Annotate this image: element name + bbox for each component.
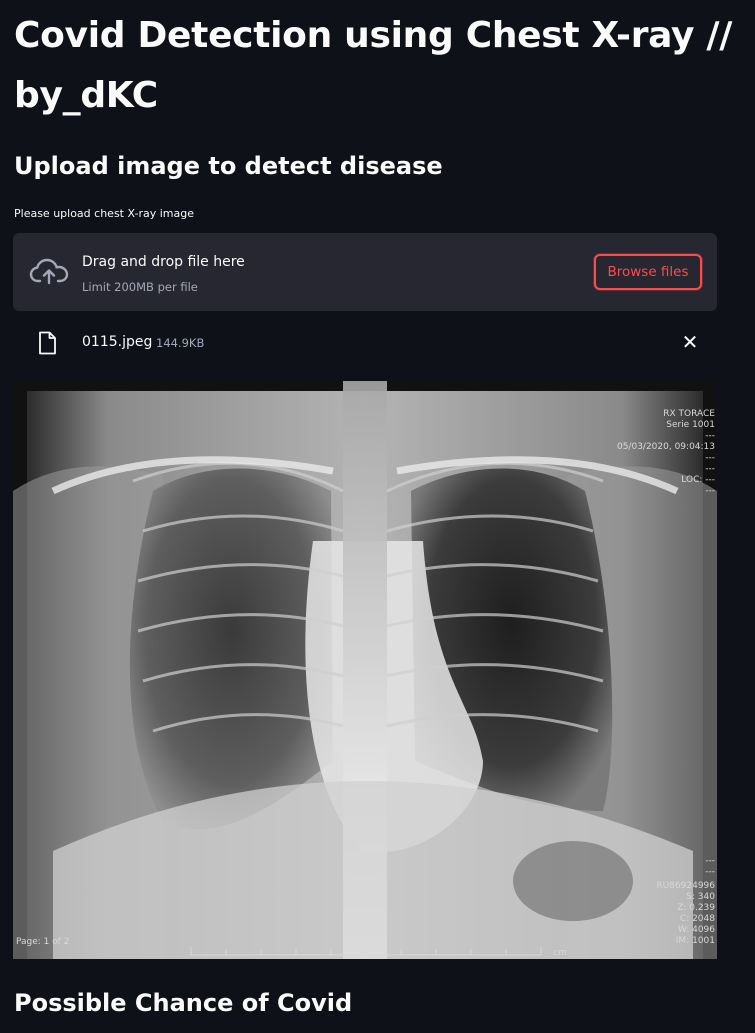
page-title: Covid Detection using Chest X-ray // by_…: [14, 15, 733, 116]
results-heading: Possible Chance of Covid: [14, 989, 353, 1017]
overlay-line: ---: [705, 453, 715, 463]
dropzone-instructions: Drag and drop file here: [82, 254, 245, 270]
uploaded-file-size: 144.9KB: [156, 336, 205, 350]
dropzone-limit: Limit 200MB per file: [82, 280, 198, 294]
browse-files-button[interactable]: Browse files: [594, 254, 702, 290]
cloud-upload-icon: [29, 257, 69, 287]
overlay-line: Serie 1001: [666, 420, 715, 430]
overlay-line: 05/03/2020, 09:04:13: [617, 442, 715, 452]
overlay-line: RU86924996: [656, 881, 715, 891]
overlay-line: ---: [705, 856, 715, 866]
xray-page-label: Page: 1 of 2: [16, 937, 70, 947]
overlay-line: Z: 0.239: [677, 903, 715, 913]
uploaded-file-name: 0115.jpeg: [82, 334, 153, 350]
overlay-line: W: 4096: [678, 925, 715, 935]
chest-xray-image: RX TORACE Serie 1001 --- 05/03/2020, 09:…: [13, 381, 717, 959]
overlay-line: ---: [705, 431, 715, 441]
overlay-line: C: 2048: [680, 914, 715, 924]
uploaded-file-item: 0115.jpeg 144.9KB ✕: [13, 322, 717, 362]
overlay-line: LOC: ---: [681, 475, 715, 485]
xray-scale-unit: cm: [553, 948, 567, 958]
close-icon[interactable]: ✕: [679, 331, 701, 353]
app-page: Covid Detection using Chest X-ray // by_…: [0, 0, 755, 1033]
overlay-line: ---: [705, 486, 715, 496]
overlay-line: ---: [705, 867, 715, 877]
overlay-line: ---: [705, 464, 715, 474]
overlay-line: IM: 1001: [676, 936, 715, 946]
upload-subheader: Upload image to detect disease: [14, 152, 443, 180]
file-dropzone[interactable]: Drag and drop file here Limit 200MB per …: [13, 233, 717, 311]
uploader-label: Please upload chest X-ray image: [14, 207, 194, 220]
file-icon: [37, 331, 57, 355]
overlay-line: RX TORACE: [663, 409, 715, 419]
overlay-line: S: 340: [686, 892, 715, 902]
